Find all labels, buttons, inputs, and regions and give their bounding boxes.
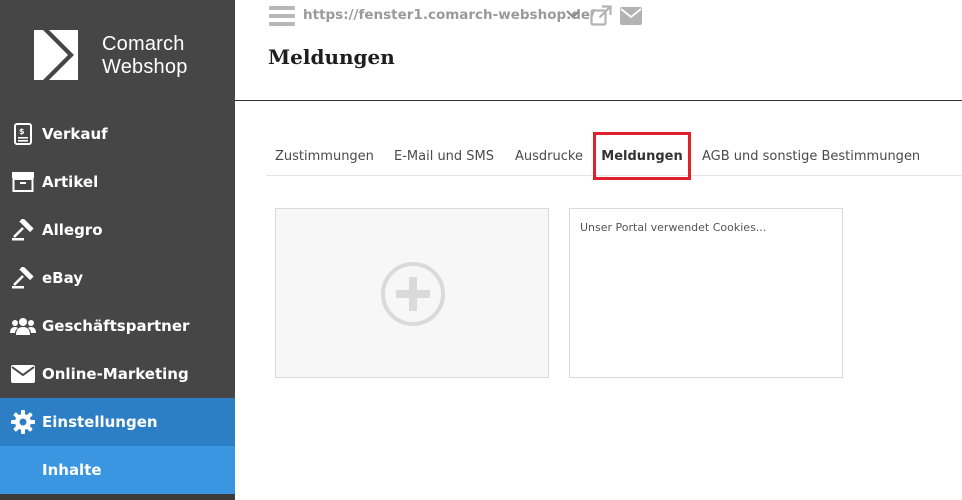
add-message-card[interactable] — [275, 208, 549, 378]
sidebar-item-einstellungen[interactable]: Einstellungen — [0, 398, 235, 446]
comarch-logo-icon — [34, 30, 84, 80]
brand-name-line1: Comarch — [102, 33, 185, 55]
invoice-icon: $ — [0, 123, 42, 145]
tab-agb[interactable]: AGB und sonstige Bestimmungen — [702, 132, 920, 180]
external-link-icon[interactable] — [590, 5, 612, 27]
tab-zustimmungen[interactable]: Zustimmungen — [275, 132, 374, 180]
chevron-down-icon[interactable] — [565, 8, 581, 20]
shop-url-link[interactable]: https://fenster1.comarch-webshop.de/ — [303, 7, 595, 23]
sidebar-item-label: Geschäftspartner — [42, 317, 190, 335]
sidebar-subitem-inhalte[interactable]: Inhalte — [0, 446, 235, 494]
tab-bar: Zustimmungen E-Mail und SMS Ausdrucke Me… — [266, 132, 962, 180]
message-preview-text: Unser Portal verwendet Cookies... — [580, 221, 767, 234]
tab-ausdrucke[interactable]: Ausdrucke — [515, 132, 583, 180]
gear-icon — [0, 410, 42, 434]
tab-meldungen[interactable]: Meldungen — [593, 132, 691, 180]
brand-name: Comarch Webshop — [102, 33, 188, 79]
header-divider — [235, 100, 962, 101]
sidebar-item-verkauf[interactable]: $ Verkauf — [0, 110, 235, 158]
sidebar-item-label: Artikel — [42, 173, 99, 191]
main-content: https://fenster1.comarch-webshop.de/ Mel… — [235, 0, 962, 500]
sidebar-item-artikel[interactable]: Artikel — [0, 158, 235, 206]
gavel-icon — [0, 267, 42, 289]
sidebar-item-label: Einstellungen — [42, 413, 158, 431]
sidebar: Comarch Webshop $ Verkauf Artikel Allegr… — [0, 0, 235, 500]
hamburger-menu-icon[interactable] — [269, 6, 295, 26]
sidebar-divider — [0, 494, 235, 500]
brand-name-line2: Webshop — [102, 56, 188, 78]
sidebar-item-label: Inhalte — [42, 461, 102, 479]
envelope-icon — [0, 365, 42, 383]
box-icon — [0, 172, 42, 192]
sidebar-item-label: eBay — [42, 269, 84, 287]
page-title: Meldungen — [268, 45, 395, 69]
sidebar-item-geschaeftspartner[interactable]: Geschäftspartner — [0, 302, 235, 350]
plus-circle-icon — [381, 262, 445, 326]
tab-email-und-sms[interactable]: E-Mail und SMS — [394, 132, 494, 180]
sidebar-item-ebay[interactable]: eBay — [0, 254, 235, 302]
mail-icon[interactable] — [620, 7, 642, 25]
brand-logo[interactable]: Comarch Webshop — [0, 0, 235, 110]
users-icon — [0, 317, 42, 335]
sidebar-item-label: Verkauf — [42, 125, 108, 143]
sidebar-item-allegro[interactable]: Allegro — [0, 206, 235, 254]
gavel-icon — [0, 219, 42, 241]
svg-text:$: $ — [19, 127, 25, 136]
topbar: https://fenster1.comarch-webshop.de/ — [235, 0, 962, 34]
message-card[interactable]: Unser Portal verwendet Cookies... — [569, 208, 843, 378]
sidebar-item-label: Allegro — [42, 221, 103, 239]
sidebar-item-label: Online-Marketing — [42, 365, 189, 383]
sidebar-item-online-marketing[interactable]: Online-Marketing — [0, 350, 235, 398]
